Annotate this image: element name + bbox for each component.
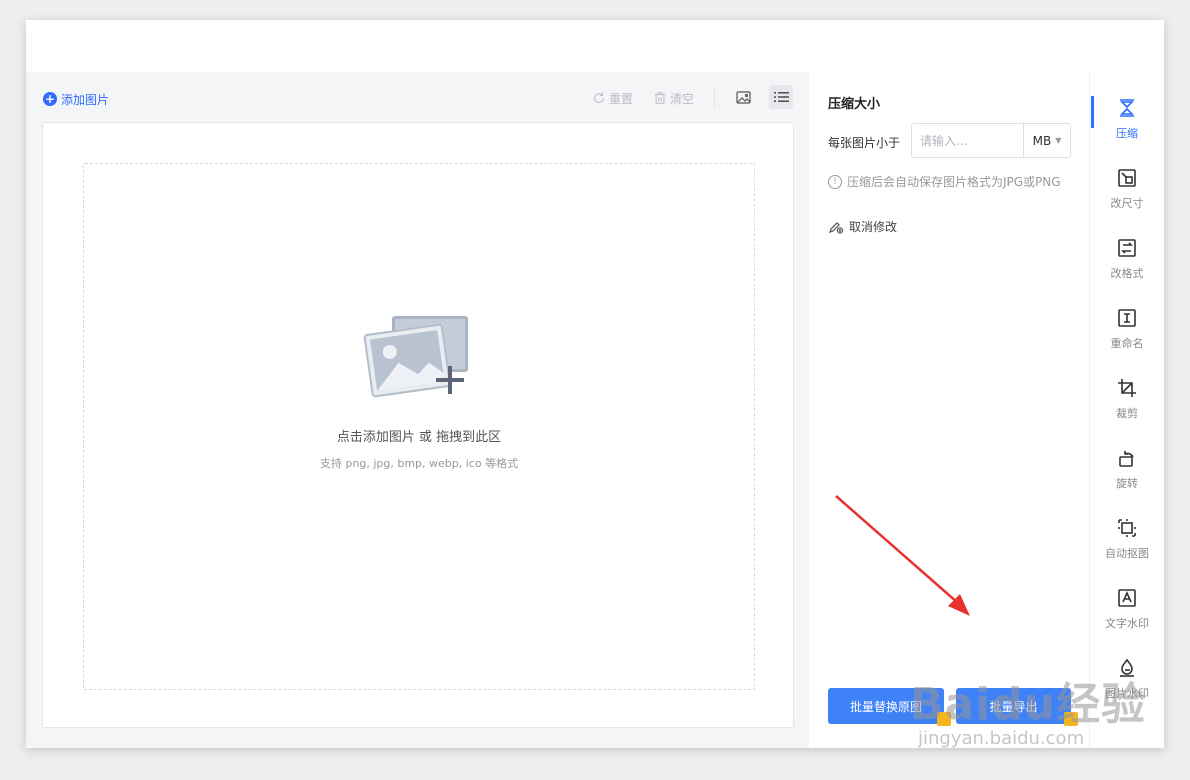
unit-value: MB <box>1032 133 1052 148</box>
text-watermark-icon <box>1118 589 1136 607</box>
vip-badge-icon <box>937 712 951 726</box>
crop-icon <box>1118 379 1136 397</box>
tool-label: 改格式 <box>1110 267 1144 280</box>
list-view-button[interactable] <box>769 85 793 109</box>
plus-circle-icon: + <box>43 92 57 106</box>
tool-sidebar: 压缩 改尺寸 改格式 重命名 裁剪 旋转 自动抠图 文字水印 图片水印 <box>1090 72 1164 748</box>
size-limit-field: MB ▼ <box>911 123 1071 158</box>
caret-down-icon: ▼ <box>1055 136 1062 145</box>
batch-export-button[interactable]: 批量导出 <box>956 688 1071 724</box>
list-view-icon <box>773 92 789 102</box>
add-images-illustration-icon <box>364 316 468 398</box>
cancel-edit-link[interactable]: 取消修改 <box>828 218 897 235</box>
format-hint: ! 压缩后会自动保存图片格式为JPG或PNG <box>828 173 1061 190</box>
image-toolbar: + 添加图片 重置 清空 <box>26 72 809 122</box>
cutout-icon <box>1118 519 1136 537</box>
cancel-edit-label: 取消修改 <box>849 220 898 234</box>
tool-label: 改尺寸 <box>1110 197 1144 210</box>
unit-select[interactable]: MB ▼ <box>1023 124 1070 157</box>
tool-rotate[interactable]: 旋转 <box>1090 440 1164 500</box>
rename-icon <box>1118 309 1136 327</box>
edit-cancel-icon <box>829 221 844 234</box>
resize-icon <box>1118 169 1136 187</box>
compress-icon <box>1120 99 1134 117</box>
rotate-icon <box>1119 451 1134 467</box>
tool-label: 压缩 <box>1116 127 1138 140</box>
clear-label: 清空 <box>670 91 695 106</box>
tool-label: 图片水印 <box>1105 687 1149 700</box>
tool-label: 裁剪 <box>1116 407 1138 420</box>
batch-replace-button[interactable]: 批量替换原图 <box>828 688 944 724</box>
refresh-icon <box>593 92 605 104</box>
compress-settings-panel: 压缩大小 每张图片小于 MB ▼ ! 压缩后会自动保存图片格式为JPG或PNG … <box>809 72 1089 748</box>
add-image-button[interactable]: + 添加图片 <box>43 90 109 108</box>
drop-zone[interactable]: 点击添加图片 或 拖拽到此区 支持 png, jpg, bmp, webp, i… <box>83 163 755 690</box>
tool-text-watermark[interactable]: 文字水印 <box>1090 580 1164 640</box>
reset-label: 重置 <box>609 91 634 106</box>
tool-resize[interactable]: 改尺寸 <box>1090 160 1164 220</box>
toolbar-divider <box>714 89 715 107</box>
drop-zone-title: 点击添加图片 或 拖拽到此区 <box>336 430 502 445</box>
add-image-label: 添加图片 <box>61 92 110 107</box>
size-limit-input[interactable] <box>912 124 1023 157</box>
reset-button[interactable]: 重置 <box>592 88 633 108</box>
drop-area-container: 点击添加图片 或 拖拽到此区 支持 png, jpg, bmp, webp, i… <box>42 122 794 728</box>
format-hint-text: 压缩后会自动保存图片格式为JPG或PNG <box>847 175 1061 189</box>
tool-label: 自动抠图 <box>1105 547 1149 560</box>
section-title: 压缩大小 <box>828 97 881 112</box>
tool-label: 旋转 <box>1116 477 1138 490</box>
tool-rename[interactable]: 重命名 <box>1090 300 1164 360</box>
title-bar <box>26 20 1164 72</box>
vip-badge-icon <box>1064 712 1078 726</box>
image-panel: + 添加图片 重置 清空 点击添加图片 或 拖拽到此区 支持 png, jpg,… <box>26 72 809 748</box>
drop-zone-formats: 支持 png, jpg, bmp, webp, ico 等格式 <box>319 457 519 470</box>
format-icon <box>1118 239 1136 257</box>
tool-label: 重命名 <box>1110 337 1144 350</box>
tool-format[interactable]: 改格式 <box>1090 230 1164 290</box>
app-window: + 添加图片 重置 清空 点击添加图片 或 拖拽到此区 支持 png, jpg,… <box>26 20 1164 748</box>
image-view-icon <box>735 90 751 104</box>
trash-icon <box>654 92 666 104</box>
tool-compress[interactable]: 压缩 <box>1090 90 1164 150</box>
tool-label: 文字水印 <box>1105 617 1149 630</box>
tool-cutout[interactable]: 自动抠图 <box>1090 510 1164 570</box>
tool-crop[interactable]: 裁剪 <box>1090 370 1164 430</box>
info-icon: ! <box>828 174 842 189</box>
clear-button[interactable]: 清空 <box>653 88 694 108</box>
grid-view-button[interactable] <box>731 85 755 109</box>
size-limit-label: 每张图片小于 <box>828 136 901 150</box>
tool-image-watermark[interactable]: 图片水印 <box>1090 650 1164 710</box>
image-watermark-icon <box>1120 658 1134 677</box>
